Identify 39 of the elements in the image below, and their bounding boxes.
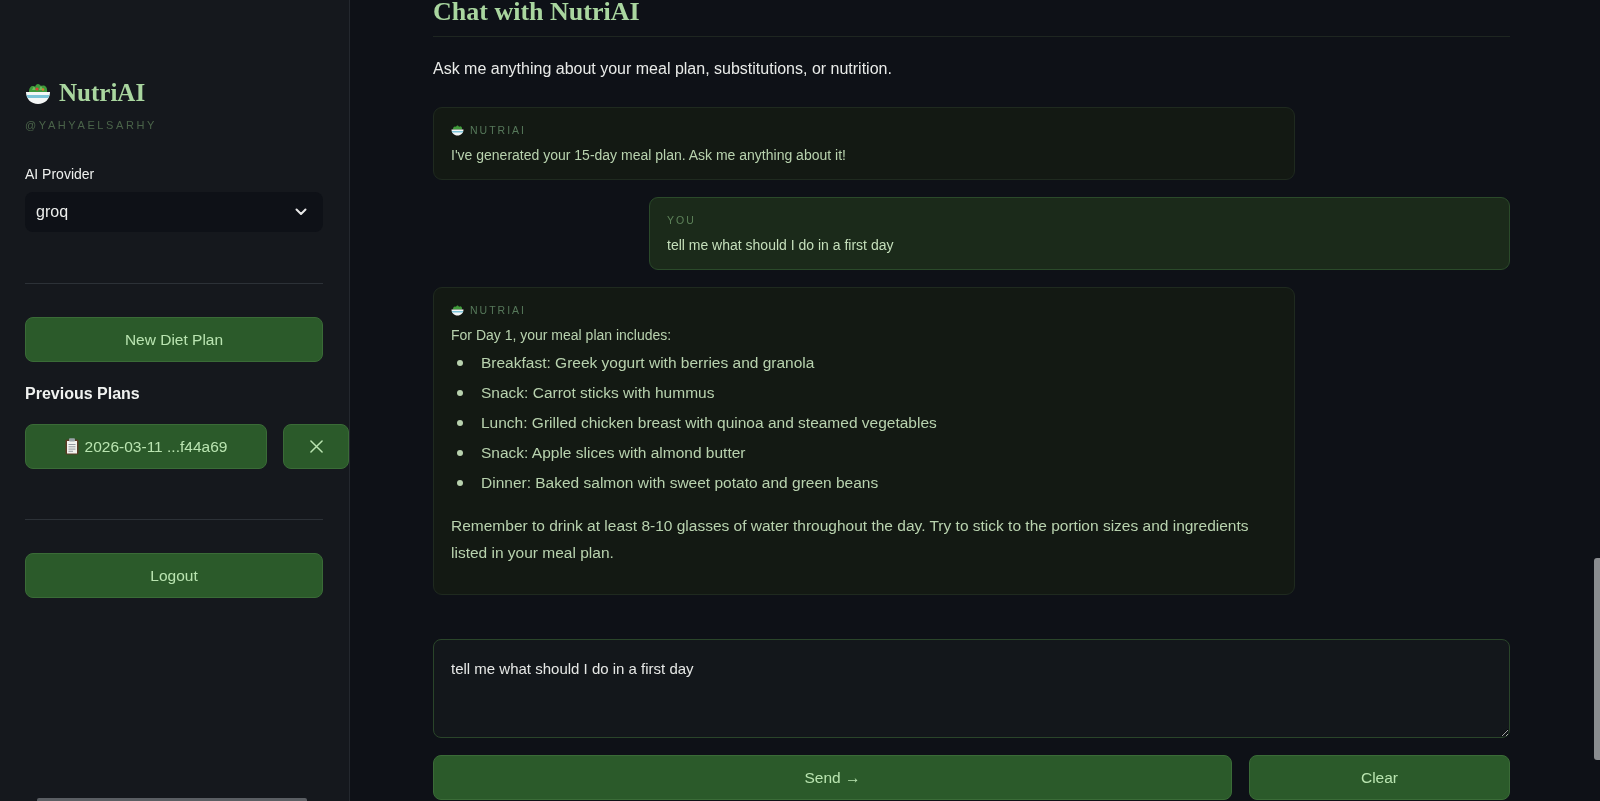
previous-plans-heading: Previous Plans: [25, 384, 141, 404]
meal-item: Lunch: Grilled chicken breast with quinoa and steamed vegetables: [481, 414, 937, 432]
meal-item: Snack: Carrot sticks with hummus: [481, 384, 715, 402]
bullet-icon: [457, 390, 463, 396]
salad-bowl-icon: [451, 304, 464, 316]
logout-button[interactable]: Logout: [25, 553, 323, 598]
send-button[interactable]: Send →: [433, 755, 1232, 800]
message-input[interactable]: tell me what should I do in a first day: [433, 639, 1510, 738]
meal-item: Snack: Apple slices with almond butter: [481, 444, 746, 462]
provider-label: AI Provider: [25, 165, 96, 183]
meal-item: Dinner: Baked salmon with sweet potato and green beans: [481, 474, 879, 492]
chat-title: Chat with NutriAI: [433, 0, 641, 25]
username-handle: @YAHYAELSARHY: [25, 118, 158, 132]
chevron-down-icon: [295, 208, 307, 216]
bullet-icon: [457, 360, 463, 366]
chat-subtitle: Ask me anything about your meal plan, substitutions, or nutrition.: [433, 59, 893, 79]
salad-bowl-icon: [25, 81, 51, 105]
message-text: tell me what should I do in a first day: [667, 236, 895, 255]
sender-label: NUTRIAI: [470, 303, 526, 317]
delete-button[interactable]: [283, 424, 349, 469]
scrollbar-thumb[interactable]: [1594, 558, 1600, 760]
bullet-icon: [457, 420, 463, 426]
plan-button[interactable]: 2026-03-11 ...f44a69: [25, 424, 267, 469]
new-diet-plan-button[interactable]: New Diet Plan: [25, 317, 323, 362]
sender-label: NUTRIAI: [470, 123, 526, 137]
app-title: NutriAI: [59, 78, 146, 108]
message-text: Remember to drink at least 8-10 glasses of water throughout the day. Try to stick to the portion sizes and ingredients listed in your meal plan.: [451, 516, 1250, 563]
sender-label: YOU: [667, 213, 696, 227]
bullet-icon: [457, 450, 463, 456]
clear-button[interactable]: Clear: [1249, 755, 1510, 800]
close-icon: [309, 440, 323, 453]
meal-item: Breakfast: Greek yogurt with berries and granola: [481, 354, 815, 372]
clipboard-icon: [64, 438, 79, 455]
message-text: I've generated your 15-day meal plan. Ask me anything about it!: [451, 146, 847, 165]
provider-select[interactable]: groq: [25, 192, 323, 232]
message-text: For Day 1, your meal plan includes:: [451, 326, 673, 345]
salad-bowl-icon: [451, 124, 464, 136]
scrollbar-thumb[interactable]: [37, 798, 307, 801]
bullet-icon: [457, 480, 463, 486]
